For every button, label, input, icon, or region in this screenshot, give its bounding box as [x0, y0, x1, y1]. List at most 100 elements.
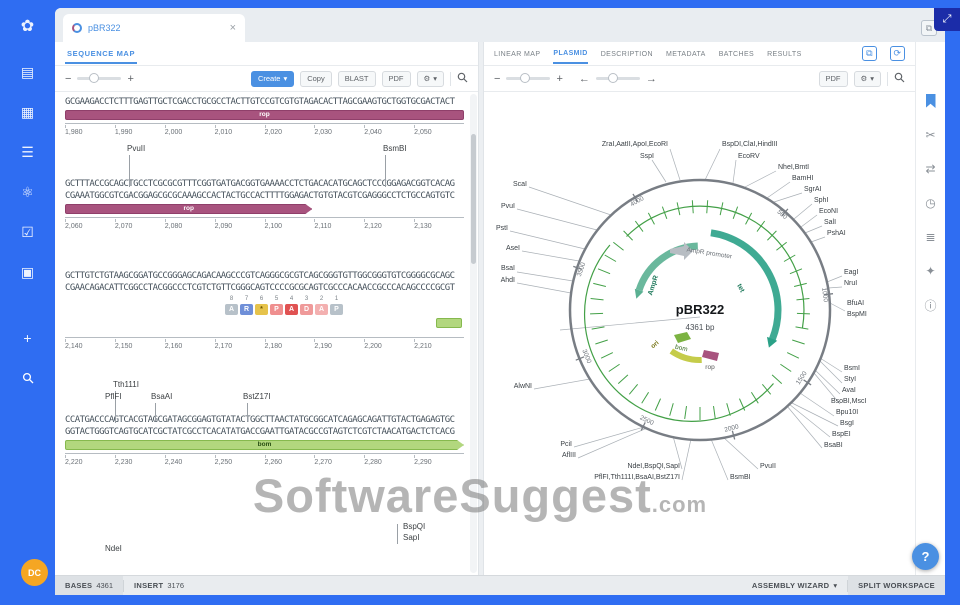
zoom-out-icon[interactable]: −: [494, 73, 500, 85]
site-label[interactable]: BspEI: [832, 431, 851, 438]
zoom-slider[interactable]: [77, 77, 121, 80]
rotate-left-icon[interactable]: ←: [579, 73, 590, 85]
site-label[interactable]: NruI: [844, 280, 857, 287]
site-label[interactable]: PvuII: [760, 463, 776, 470]
tools-sparkle-icon[interactable]: ✦: [916, 254, 945, 288]
molecule-icon[interactable]: ⚛: [16, 180, 40, 204]
cut-site-label[interactable]: BsaAI: [151, 392, 172, 401]
site-label[interactable]: BsaI: [501, 265, 515, 272]
sequence-line-top[interactable]: CCATGACCCAGTCACGTAGCGATAGCGGAGTGTATACTGG…: [65, 414, 464, 426]
cut-site-label[interactable]: PvuII: [127, 144, 145, 153]
document-tab-pbr322[interactable]: pBR322 ×: [63, 14, 245, 42]
bom-feature-icon[interactable]: [674, 332, 691, 343]
notebook-icon[interactable]: ▤: [16, 60, 40, 84]
pdf-button[interactable]: PDF: [382, 71, 411, 87]
plasmid-map-svg[interactable]: AmpR promoter AmpR tet ori bom rop pBR32…: [484, 92, 914, 575]
sidebar-search-icon[interactable]: [16, 366, 40, 390]
amino-acid-box[interactable]: *: [255, 304, 268, 315]
site-label[interactable]: AseI: [506, 245, 520, 252]
site-label[interactable]: NheI,BmtI: [778, 164, 809, 171]
cut-site-label[interactable]: BspQI: [403, 522, 425, 531]
cut-site-label[interactable]: PflFI: [105, 392, 121, 401]
cut-site-label[interactable]: SapI: [403, 533, 419, 542]
site-label[interactable]: PstI: [496, 225, 508, 232]
settings-button[interactable]: ⚙▾: [417, 71, 445, 87]
site-label[interactable]: BspMI: [847, 311, 867, 318]
sequence-line-bottom[interactable]: CGAAATGGCGTCGACGGAGCGCGCAAAGCCACTACTGCCA…: [65, 190, 464, 202]
site-label[interactable]: SspI: [640, 153, 654, 160]
refresh-view-icon[interactable]: ⟳: [890, 46, 905, 61]
site-label[interactable]: PvuI: [501, 203, 515, 210]
amino-acid-box[interactable]: P: [270, 304, 283, 315]
zoom-slider-handle[interactable]: [520, 73, 530, 83]
site-label[interactable]: BfuAI: [847, 300, 864, 307]
site-label[interactable]: Bpu10I: [836, 409, 858, 416]
notes-list-icon[interactable]: ≣: [916, 220, 945, 254]
cut-site-label[interactable]: NdeI: [105, 544, 122, 553]
tab-batches[interactable]: BATCHES: [719, 44, 754, 63]
site-label[interactable]: BamHI: [792, 175, 813, 182]
assembly-wizard-button[interactable]: ASSEMBLY WIZARD ▾: [742, 576, 847, 595]
site-label[interactable]: SalI: [824, 219, 836, 226]
alignment-swap-icon[interactable]: ⇄: [916, 152, 945, 186]
amino-acid-box[interactable]: D: [300, 304, 313, 315]
sequence-line-top[interactable]: GCTTGTCTGTAAGCGGATGCCGGGAGCAGACAAGCCCGTC…: [65, 270, 464, 282]
split-workspace-button[interactable]: SPLIT WORKSPACE: [848, 576, 945, 595]
site-label[interactable]: EcoRV: [738, 153, 760, 160]
search-icon[interactable]: [894, 72, 905, 86]
help-button[interactable]: ?: [912, 543, 939, 570]
cut-site-label[interactable]: BstZ17I: [243, 392, 271, 401]
inventory-icon[interactable]: ☰: [16, 140, 40, 164]
search-icon[interactable]: [457, 72, 468, 86]
ampr-label[interactable]: AmpR: [647, 275, 660, 297]
amp-promoter-label[interactable]: AmpR promoter: [686, 246, 733, 260]
tab-description[interactable]: DESCRIPTION: [601, 44, 653, 63]
tab-linear-map[interactable]: LINEAR MAP: [494, 44, 540, 63]
amino-acid-box[interactable]: A: [225, 304, 238, 315]
zoom-out-icon[interactable]: −: [65, 73, 71, 85]
expand-window-button[interactable]: ⤢: [934, 8, 960, 31]
site-label[interactable]: BsoBI,MscI: [831, 398, 866, 405]
settings-button[interactable]: ⚙▾: [854, 71, 882, 87]
tab-plasmid[interactable]: PLASMID: [553, 43, 587, 64]
tab-close-icon[interactable]: ×: [230, 22, 236, 34]
info-icon[interactable]: ⓘ: [916, 288, 945, 322]
site-label[interactable]: AlwNI: [514, 383, 532, 390]
zoom-slider-handle[interactable]: [89, 73, 99, 83]
tet-gene-arc[interactable]: [711, 233, 778, 339]
site-label[interactable]: BsmI: [844, 365, 860, 372]
create-plus-icon[interactable]: +: [16, 326, 40, 350]
blast-button[interactable]: BLAST: [338, 71, 376, 87]
site-label[interactable]: AflIII: [562, 452, 576, 459]
site-label[interactable]: BsgI: [840, 420, 854, 427]
site-label[interactable]: PciI: [560, 441, 572, 448]
pdf-button[interactable]: PDF: [819, 71, 848, 87]
rotate-right-icon[interactable]: →: [646, 73, 657, 85]
site-label[interactable]: PshAI: [827, 230, 846, 237]
site-label[interactable]: NdeI,BspQI,SapI: [627, 463, 680, 470]
amino-acid-box[interactable]: A: [285, 304, 298, 315]
rop-annotation-bar[interactable]: rop: [65, 204, 312, 214]
tab-metadata[interactable]: METADATA: [666, 44, 706, 63]
zoom-in-icon[interactable]: +: [127, 73, 133, 85]
site-label[interactable]: BspDI,ClaI,HindIII: [722, 141, 778, 148]
zoom-in-icon[interactable]: +: [556, 73, 562, 85]
bom-annotation-start[interactable]: [436, 318, 462, 328]
history-clock-icon[interactable]: ◷: [916, 186, 945, 220]
amino-acid-box[interactable]: A: [315, 304, 328, 315]
bom-annotation-bar[interactable]: bom: [65, 440, 464, 450]
rotation-slider[interactable]: [596, 77, 640, 80]
site-label[interactable]: StyI: [844, 376, 856, 383]
site-label[interactable]: SphI: [814, 197, 828, 204]
user-avatar[interactable]: DC: [21, 559, 48, 586]
site-label[interactable]: ScaI: [513, 181, 527, 188]
rop-annotation-bar[interactable]: rop: [65, 110, 464, 120]
digest-scissors-icon[interactable]: ✂: [916, 118, 945, 152]
site-label[interactable]: SgrAI: [804, 186, 822, 193]
cut-site-label[interactable]: BsmBI: [383, 144, 407, 153]
ori-label[interactable]: ori: [650, 339, 661, 350]
sequence-line-bottom[interactable]: GGTACTGGGTCAGTGCATCGCTATCGCCTCACATATGACC…: [65, 426, 464, 438]
apps-grid-icon[interactable]: ▦: [16, 100, 40, 124]
rop-feature-icon[interactable]: [702, 350, 719, 361]
projects-folder-icon[interactable]: ▣: [16, 260, 40, 284]
